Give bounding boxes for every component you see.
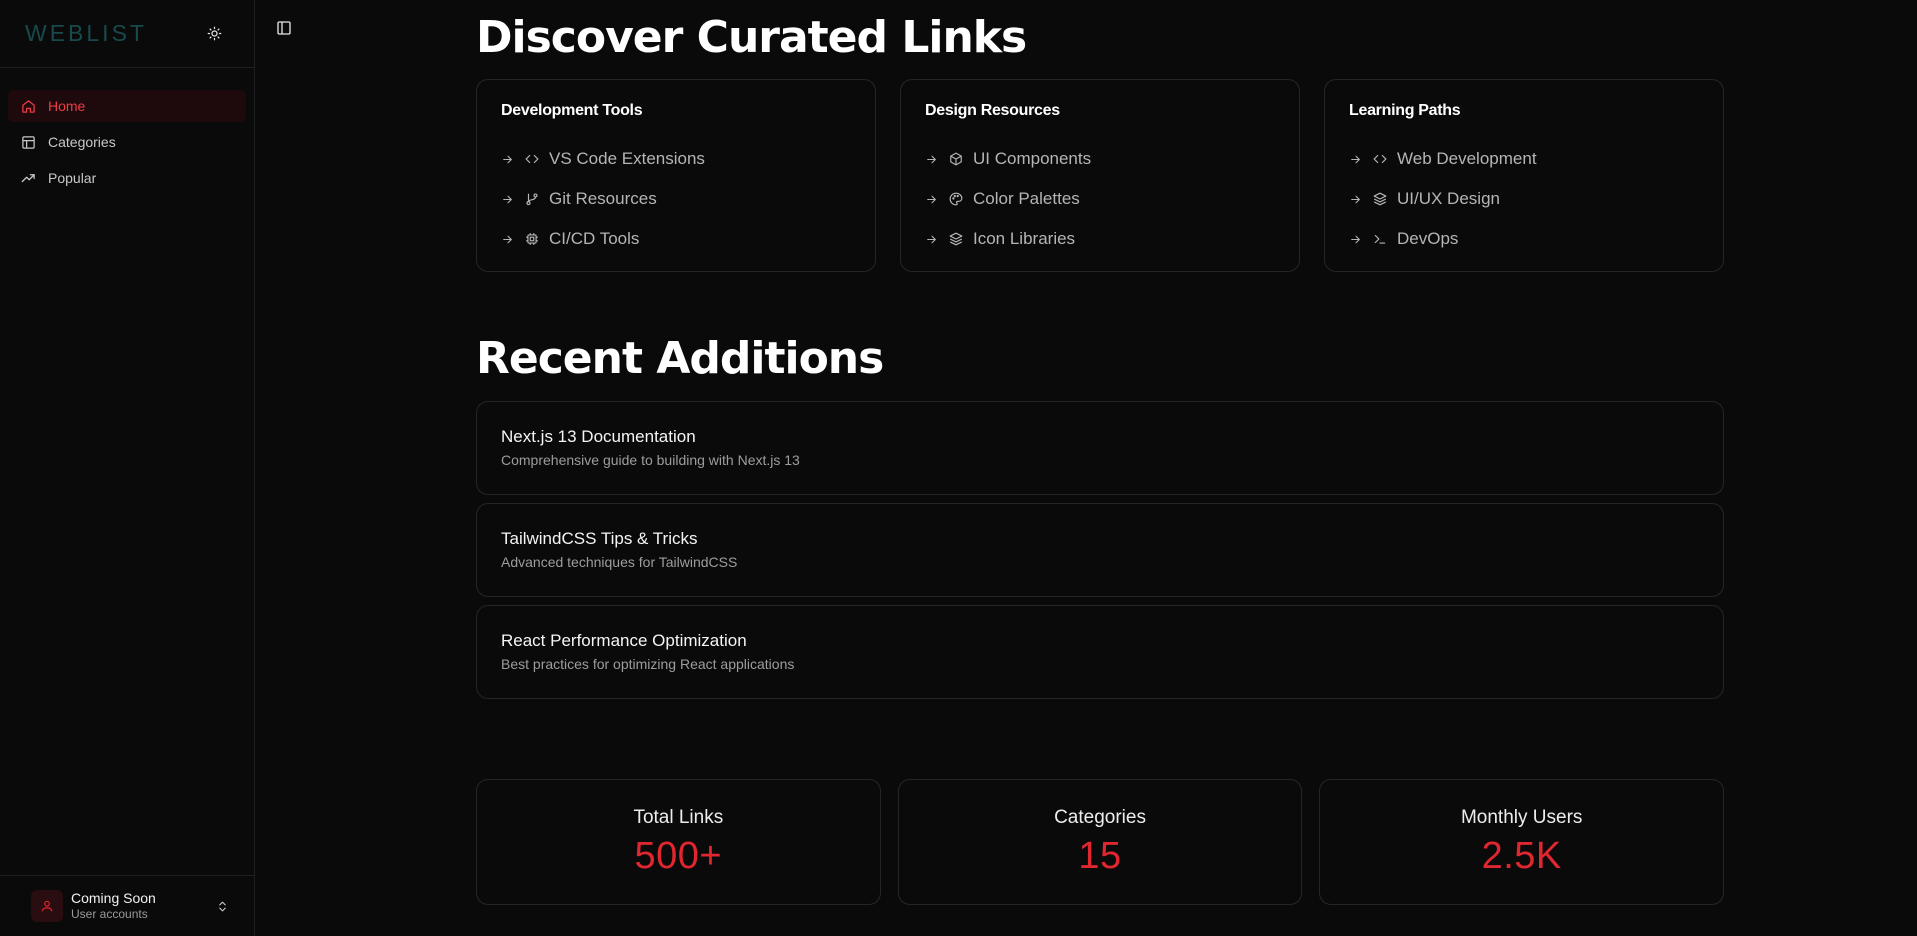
recent-list: Next.js 13 Documentation Comprehensive g… bbox=[476, 401, 1724, 707]
user-name: Coming Soon bbox=[71, 890, 156, 906]
code-icon bbox=[525, 152, 539, 166]
stat-value: 15 bbox=[1078, 834, 1122, 877]
stat-value: 2.5K bbox=[1481, 834, 1562, 877]
link-label: Git Resources bbox=[549, 189, 657, 208]
stat-label: Total Links bbox=[633, 806, 724, 828]
theme-toggle-button[interactable] bbox=[202, 22, 226, 46]
stat-total-links: Total Links 500+ bbox=[476, 779, 881, 905]
sidebar-nav: Home Categories Popular bbox=[0, 68, 254, 194]
terminal-icon bbox=[1373, 232, 1387, 246]
link-label: Web Development bbox=[1397, 149, 1537, 168]
layers-icon bbox=[1373, 192, 1387, 206]
link-label: DevOps bbox=[1397, 229, 1459, 248]
box-icon bbox=[949, 152, 963, 166]
link-devops[interactable]: DevOps bbox=[1349, 219, 1699, 259]
link-vs-code-extensions[interactable]: VS Code Extensions bbox=[501, 139, 851, 179]
category-card-learning-paths: Learning Paths Web Development UI/UX Des… bbox=[1324, 79, 1724, 272]
link-label: UI/UX Design bbox=[1397, 189, 1500, 208]
sidebar-header: WEBLIST bbox=[0, 0, 254, 68]
sidebar-item-home[interactable]: Home bbox=[8, 90, 246, 122]
stat-monthly-users: Monthly Users 2.5K bbox=[1319, 779, 1725, 905]
layers-icon bbox=[949, 232, 963, 246]
recent-additions-title: Recent Additions bbox=[476, 333, 884, 384]
sidebar-item-categories[interactable]: Categories bbox=[8, 126, 246, 158]
stats-row: Total Links 500+ Categories 15 Monthly U… bbox=[476, 779, 1725, 905]
link-label: UI Components bbox=[973, 149, 1092, 168]
palette-icon bbox=[949, 192, 963, 206]
user-menu[interactable]: Coming Soon User accounts bbox=[0, 875, 254, 936]
arrow-right-icon bbox=[501, 192, 515, 206]
link-color-palettes[interactable]: Color Palettes bbox=[925, 179, 1275, 219]
logo[interactable]: WEBLIST bbox=[25, 20, 147, 47]
recent-item-description: Advanced techniques for TailwindCSS bbox=[501, 554, 738, 570]
user-info: Coming Soon User accounts bbox=[71, 890, 214, 922]
user-subtitle: User accounts bbox=[71, 907, 148, 921]
sidebar-toggle-button[interactable] bbox=[275, 19, 293, 37]
arrow-right-icon bbox=[1349, 192, 1363, 206]
category-card-development-tools: Development Tools VS Code Extensions Git… bbox=[476, 79, 876, 272]
arrow-right-icon bbox=[925, 192, 939, 206]
link-ui-ux-design[interactable]: UI/UX Design bbox=[1349, 179, 1699, 219]
layout-icon bbox=[20, 134, 36, 150]
arrow-right-icon bbox=[925, 232, 939, 246]
sidebar: WEBLIST Home Categories Popular Coming S… bbox=[0, 0, 255, 936]
panel-left-icon bbox=[277, 21, 291, 35]
arrow-right-icon bbox=[1349, 232, 1363, 246]
discover-title: Discover Curated Links bbox=[476, 12, 1027, 63]
link-icon-libraries[interactable]: Icon Libraries bbox=[925, 219, 1275, 259]
link-label: Color Palettes bbox=[973, 189, 1080, 208]
recent-item-title: TailwindCSS Tips & Tricks bbox=[501, 529, 698, 548]
stat-categories: Categories 15 bbox=[897, 779, 1303, 905]
stat-label: Monthly Users bbox=[1460, 806, 1583, 828]
link-label: Icon Libraries bbox=[973, 229, 1076, 248]
arrow-right-icon bbox=[501, 152, 515, 166]
stat-value: 500+ bbox=[634, 834, 723, 877]
sidebar-item-popular[interactable]: Popular bbox=[8, 162, 246, 194]
card-title: Learning Paths bbox=[1349, 102, 1461, 119]
chevrons-up-down-icon[interactable] bbox=[214, 898, 230, 914]
recent-item-title: Next.js 13 Documentation bbox=[501, 427, 696, 446]
card-title: Development Tools bbox=[501, 102, 643, 119]
recent-item-description: Best practices for optimizing React appl… bbox=[501, 656, 795, 672]
trending-up-icon bbox=[20, 170, 36, 186]
arrow-right-icon bbox=[501, 232, 515, 246]
recent-item-nextjs[interactable]: Next.js 13 Documentation Comprehensive g… bbox=[476, 401, 1724, 495]
code-icon bbox=[1373, 152, 1387, 166]
stat-label: Categories bbox=[1054, 806, 1146, 828]
recent-item-description: Comprehensive guide to building with Nex… bbox=[501, 452, 800, 468]
link-label: CI/CD Tools bbox=[549, 229, 640, 248]
category-cards: Development Tools VS Code Extensions Git… bbox=[476, 79, 1724, 272]
user-icon bbox=[41, 900, 53, 912]
link-label: VS Code Extensions bbox=[549, 149, 705, 168]
sidebar-item-label: Popular bbox=[48, 170, 97, 186]
sidebar-item-label: Home bbox=[48, 98, 86, 114]
link-ci-cd-tools[interactable]: CI/CD Tools bbox=[501, 219, 851, 259]
recent-item-title: React Performance Optimization bbox=[501, 631, 747, 650]
sun-icon bbox=[207, 26, 221, 41]
arrow-right-icon bbox=[925, 152, 939, 166]
link-web-development[interactable]: Web Development bbox=[1349, 139, 1699, 179]
sidebar-item-label: Categories bbox=[48, 134, 116, 150]
recent-item-tailwindcss[interactable]: TailwindCSS Tips & Tricks Advanced techn… bbox=[476, 503, 1724, 597]
avatar bbox=[31, 890, 63, 922]
recent-item-react-performance[interactable]: React Performance Optimization Best prac… bbox=[476, 605, 1724, 699]
arrow-right-icon bbox=[1349, 152, 1363, 166]
link-ui-components[interactable]: UI Components bbox=[925, 139, 1275, 179]
category-card-design-resources: Design Resources UI Components Color Pal… bbox=[900, 79, 1300, 272]
cpu-icon bbox=[525, 232, 539, 246]
git-branch-icon bbox=[525, 192, 539, 206]
home-icon bbox=[20, 98, 36, 114]
link-git-resources[interactable]: Git Resources bbox=[501, 179, 851, 219]
card-title: Design Resources bbox=[925, 102, 1060, 119]
